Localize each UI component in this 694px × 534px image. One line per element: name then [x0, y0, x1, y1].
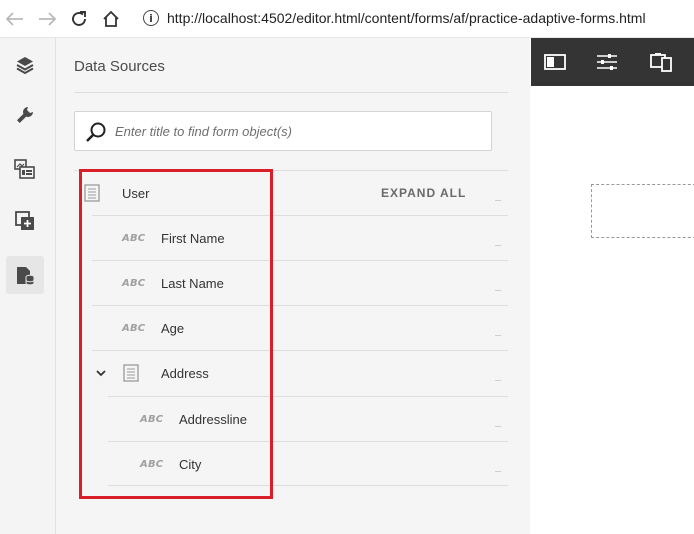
row-handle [495, 290, 501, 291]
editor-toolbar [531, 38, 694, 86]
tree-item-label: Age [161, 321, 185, 336]
forward-button[interactable] [36, 9, 58, 29]
divider [74, 92, 508, 93]
expand-all-button[interactable]: EXPAND ALL [381, 186, 466, 200]
text-field-icon: ABC [122, 233, 146, 244]
text-field-icon: ABC [122, 278, 146, 289]
search-input[interactable] [115, 121, 475, 141]
row-handle [495, 471, 501, 472]
row-handle [495, 335, 501, 336]
data-object-icon [123, 364, 139, 382]
text-field-icon: ABC [140, 459, 164, 470]
side-panel-icon [544, 54, 566, 70]
search-box [74, 111, 492, 151]
tree-row-first-name[interactable]: ABC First Name [92, 215, 508, 260]
tree-item-label: Addressline [179, 412, 247, 427]
address-bar-url[interactable]: http://localhost:4502/editor.html/conten… [167, 10, 646, 26]
text-field-icon: ABC [140, 414, 164, 425]
wrench-icon [17, 107, 33, 123]
forward-arrow-icon [39, 12, 56, 26]
editor-canvas [531, 86, 694, 534]
site-info-icon[interactable]: i [143, 10, 159, 26]
form-container-placeholder[interactable] [591, 184, 694, 238]
tree-item-label: User [122, 186, 150, 201]
text-field-icon: ABC [122, 323, 146, 334]
data-object-icon [84, 184, 100, 202]
tree-item-label: City [179, 457, 202, 472]
layers-icon [16, 57, 34, 75]
chevron-down-icon[interactable] [96, 370, 106, 377]
rail-components-button[interactable] [6, 202, 44, 240]
rail-properties-button[interactable] [6, 96, 44, 134]
home-button[interactable] [100, 9, 122, 29]
home-icon [103, 10, 119, 27]
assets-icon [14, 159, 35, 179]
device-emulator-icon [650, 53, 672, 72]
properties-button[interactable] [595, 50, 619, 74]
row-handle [495, 200, 501, 201]
row-handle [495, 426, 501, 427]
data-sources-icon [17, 267, 35, 286]
tree-row-address[interactable]: Address [92, 350, 508, 395]
back-button[interactable] [4, 9, 26, 29]
back-arrow-icon [6, 12, 23, 26]
tree-row-age[interactable]: ABC Age [92, 305, 508, 350]
tree-item-label: Last Name [161, 276, 224, 291]
reload-button[interactable] [68, 9, 90, 29]
tree-row-addressline[interactable]: ABC Addressline [108, 396, 508, 441]
row-handle [495, 380, 501, 381]
toggle-side-panel-button[interactable] [543, 50, 567, 74]
rail-layers-button[interactable] [6, 46, 44, 84]
tree-row-last-name[interactable]: ABC Last Name [92, 260, 508, 305]
rail-data-sources-button[interactable] [6, 256, 44, 294]
search-icon [86, 122, 106, 142]
emulator-button[interactable] [649, 50, 673, 74]
tree-item-label: Address [161, 366, 209, 381]
reload-icon [72, 11, 86, 26]
tree-row-city[interactable]: ABC City [108, 441, 508, 486]
components-icon [15, 211, 34, 230]
row-handle [495, 245, 501, 246]
panel-title: Data Sources [74, 58, 165, 75]
rail-assets-button[interactable] [6, 150, 44, 188]
tree-item-label: First Name [161, 231, 225, 246]
sliders-icon [597, 54, 617, 70]
browser-toolbar: i http://localhost:4502/editor.html/cont… [0, 0, 694, 38]
side-rail [0, 38, 56, 534]
